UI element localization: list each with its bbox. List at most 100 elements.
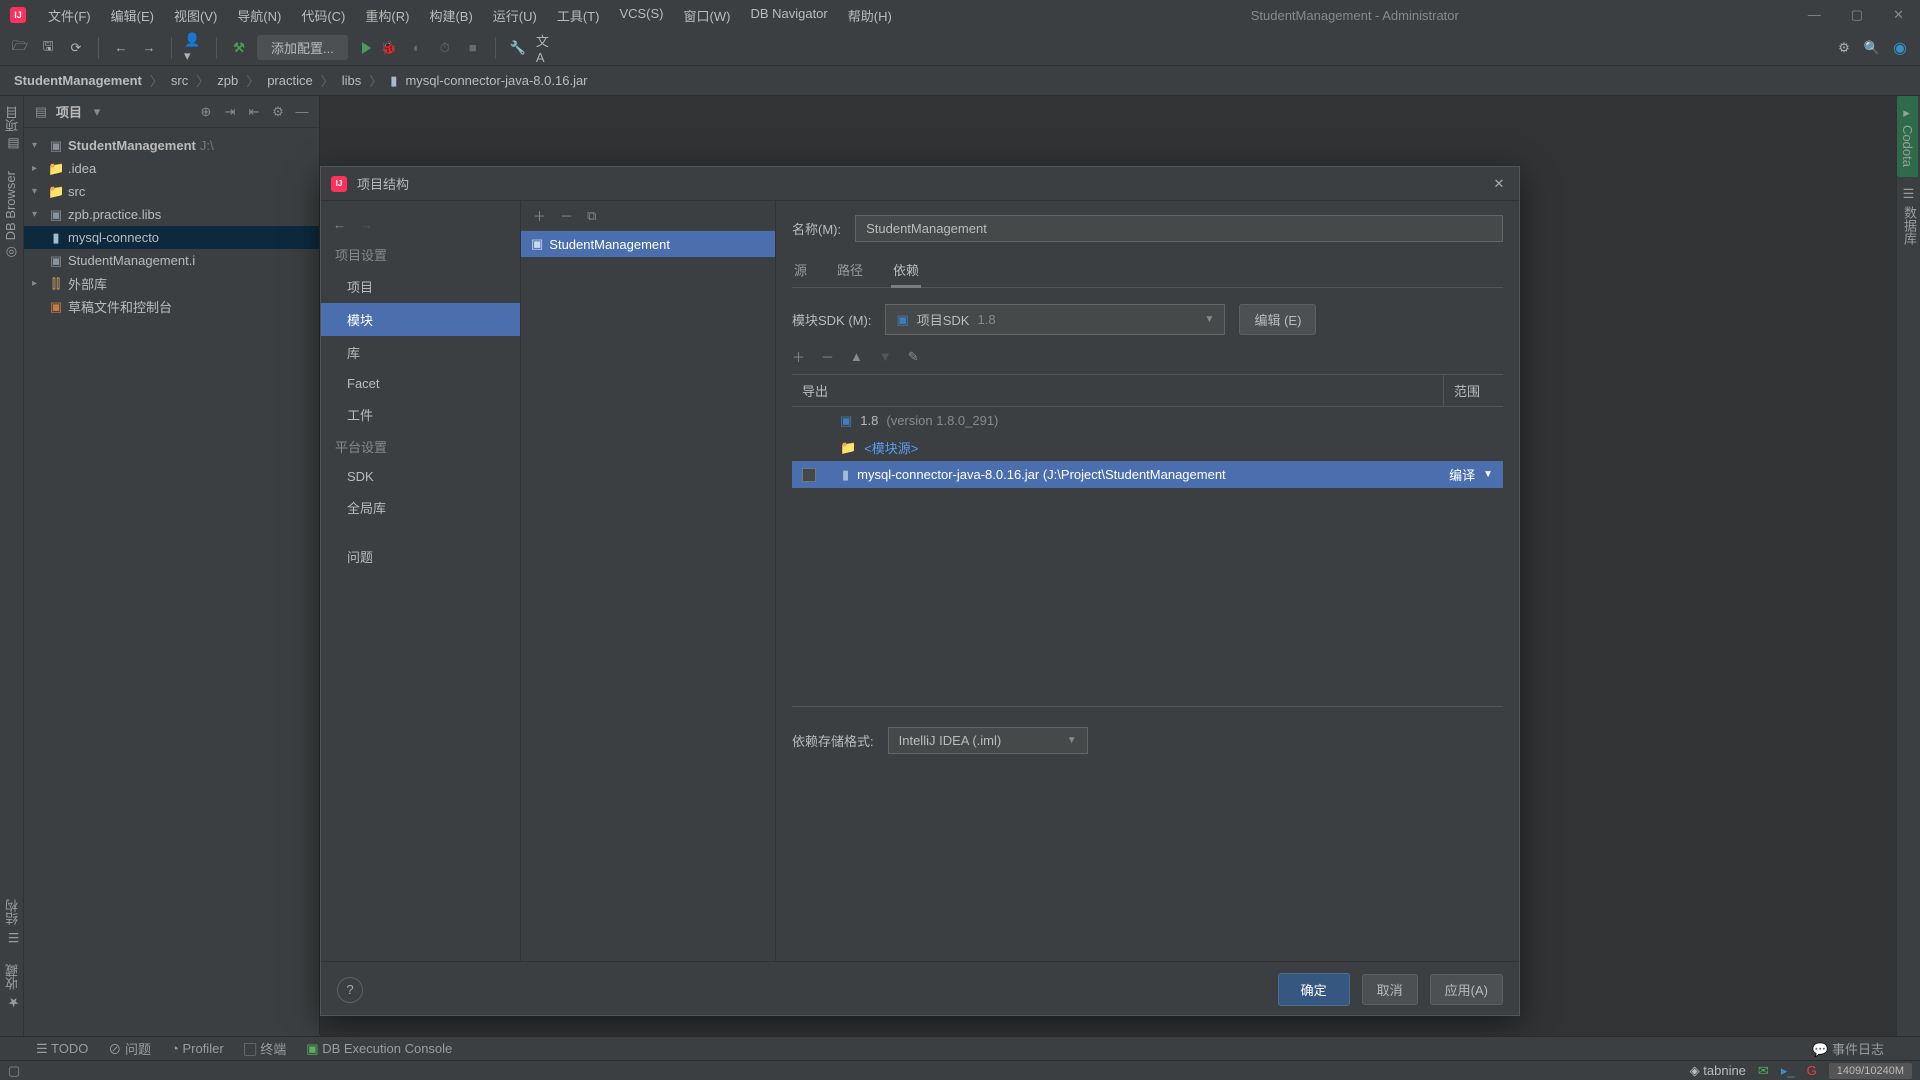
menu-build[interactable]: 构建(B)	[419, 2, 482, 29]
tab-codota[interactable]: ▸Codota	[1897, 96, 1918, 177]
gear-icon[interactable]: ⚙	[269, 104, 287, 120]
ide-settings-icon[interactable]: ⚙	[1834, 38, 1854, 58]
tree-node-jar[interactable]: ▮ mysql-connecto	[24, 226, 319, 249]
tab-paths[interactable]: 路径	[835, 254, 865, 287]
remove-dep-icon[interactable]: －	[821, 347, 834, 366]
search-icon[interactable]: 🔍	[1862, 38, 1882, 58]
nav-global-libs[interactable]: 全局库	[321, 491, 520, 524]
nav-forward-icon[interactable]: →	[360, 217, 373, 232]
tab-structure[interactable]: ☰结构	[0, 889, 25, 954]
coverage-icon[interactable]: ◐	[407, 38, 427, 58]
menu-edit[interactable]: 编辑(E)	[101, 2, 164, 29]
nav-facet[interactable]: Facet	[321, 369, 520, 398]
menu-dbnavigator[interactable]: DB Navigator	[740, 2, 837, 29]
dialog-close-icon[interactable]: ✕	[1489, 176, 1509, 192]
add-module-icon[interactable]: ＋	[533, 206, 546, 225]
breadcrumb-item[interactable]: src	[171, 73, 188, 88]
tree-node-iml[interactable]: ▣ StudentManagement.i	[24, 249, 319, 272]
close-button[interactable]: ✕	[1893, 7, 1904, 23]
sb-dbconsole[interactable]: ▣ DB Execution Console	[306, 1041, 452, 1057]
nav-project[interactable]: 项目	[321, 270, 520, 303]
refresh-icon[interactable]: ⟳	[66, 38, 86, 58]
maximize-button[interactable]: ▢	[1851, 7, 1863, 23]
menu-code[interactable]: 代码(C)	[291, 2, 355, 29]
sb-terminal-icon[interactable]: ▸_	[1781, 1063, 1795, 1079]
dep-row-module-source[interactable]: 📁 <模块源>	[792, 434, 1503, 461]
module-name-input[interactable]: StudentManagement	[855, 215, 1503, 242]
copy-module-icon[interactable]: ⧉	[587, 208, 596, 224]
project-title[interactable]: 项目	[56, 102, 82, 121]
sb-todo[interactable]: ☰ TODO	[36, 1041, 88, 1057]
nav-problems[interactable]: 问题	[321, 540, 520, 573]
breadcrumb-item[interactable]: practice	[267, 73, 313, 88]
expand-icon[interactable]: ⇥	[221, 104, 239, 120]
user-icon[interactable]: 👤▾	[184, 38, 204, 58]
tree-node-package[interactable]: ▾▣ zpb.practice.libs	[24, 203, 319, 226]
export-checkbox[interactable]	[802, 468, 816, 482]
tab-project[interactable]: ▤项目	[0, 96, 25, 161]
target-icon[interactable]: ⊕	[197, 104, 215, 120]
dropdown-icon[interactable]: ▾	[88, 104, 106, 120]
sb-tabnine[interactable]: ◈ tabnine	[1690, 1063, 1746, 1079]
tree-node-idea[interactable]: ▸📁 .idea	[24, 157, 319, 180]
menu-window[interactable]: 窗口(W)	[674, 2, 741, 29]
breadcrumb-item[interactable]: StudentManagement	[14, 73, 142, 88]
settings-icon[interactable]: 🔧	[508, 38, 528, 58]
dep-row-jdk[interactable]: ▣ 1.8 (version 1.8.0_291)	[792, 407, 1503, 434]
translate-icon[interactable]: 文A	[536, 38, 556, 58]
stop-icon[interactable]: ■	[463, 38, 483, 58]
menu-refactor[interactable]: 重构(R)	[355, 2, 419, 29]
nav-sdk[interactable]: SDK	[321, 462, 520, 491]
storage-format-dropdown[interactable]: IntelliJ IDEA (.iml) ▼	[888, 727, 1088, 754]
add-dep-icon[interactable]: ＋	[792, 347, 805, 366]
breadcrumb-item[interactable]: zpb	[217, 73, 238, 88]
nav-artifacts[interactable]: 工件	[321, 398, 520, 431]
scope-dropdown-icon[interactable]: ▼	[1483, 469, 1493, 480]
ok-button[interactable]: 确定	[1278, 973, 1350, 1006]
move-down-icon[interactable]: ▼	[879, 349, 892, 364]
tree-node-external-libs[interactable]: ▸⫿⫿ 外部库	[24, 272, 319, 295]
sb-profiler[interactable]: ◔ Profiler	[171, 1041, 224, 1056]
menu-tools[interactable]: 工具(T)	[547, 2, 610, 29]
open-icon[interactable]: 🗁	[10, 38, 30, 58]
minimize-button[interactable]: —	[1808, 7, 1821, 23]
help-button[interactable]: ?	[337, 977, 363, 1003]
module-sdk-dropdown[interactable]: ▣ 项目SDK 1.8 ▼	[885, 304, 1225, 335]
breadcrumb-item[interactable]: mysql-connector-java-8.0.16.jar	[405, 73, 587, 88]
run-icon[interactable]	[362, 42, 371, 54]
memory-indicator[interactable]: 1409/10240M	[1829, 1063, 1912, 1079]
sb-terminal[interactable]: ▢ 终端	[244, 1039, 287, 1058]
tree-root[interactable]: ▾▣ StudentManagement J:\	[24, 134, 319, 157]
menu-navigate[interactable]: 导航(N)	[227, 2, 291, 29]
menu-run[interactable]: 运行(U)	[483, 2, 547, 29]
save-icon[interactable]: 🖫	[38, 38, 58, 58]
tree-node-scratch[interactable]: ▣ 草稿文件和控制台	[24, 295, 319, 318]
tab-favorites[interactable]: ★收藏	[0, 954, 25, 1019]
sb-toggle-icon[interactable]: ▢	[8, 1063, 20, 1079]
nav-modules[interactable]: 模块	[321, 303, 520, 336]
profile-icon[interactable]: ⏱	[435, 38, 455, 58]
tab-db-browser[interactable]: ◎DB Browser	[0, 161, 21, 269]
remove-module-icon[interactable]: －	[560, 206, 573, 225]
edit-dep-icon[interactable]: ✎	[908, 349, 919, 365]
nav-libraries[interactable]: 库	[321, 336, 520, 369]
run-config-dropdown[interactable]: 添加配置...	[257, 35, 348, 60]
edit-sdk-button[interactable]: 编辑 (E)	[1239, 304, 1316, 335]
back-icon[interactable]: ←	[111, 38, 131, 58]
sb-wechat-icon[interactable]: ✉	[1758, 1063, 1769, 1079]
menu-view[interactable]: 视图(V)	[164, 2, 227, 29]
sb-google-icon[interactable]: G	[1807, 1063, 1817, 1078]
sb-eventlog[interactable]: 💬 事件日志	[1812, 1039, 1884, 1058]
codewithme-icon[interactable]: ◉	[1890, 38, 1910, 58]
tree-node-src[interactable]: ▾📁 src	[24, 180, 319, 203]
collapse-icon[interactable]: ⇤	[245, 104, 263, 120]
debug-icon[interactable]: 🐞	[379, 38, 399, 58]
forward-icon[interactable]: →	[139, 38, 159, 58]
move-up-icon[interactable]: ▲	[850, 349, 863, 364]
build-icon[interactable]: ⚒	[229, 38, 249, 58]
sb-problems[interactable]: ⊘ 问题	[108, 1039, 151, 1058]
apply-button[interactable]: 应用(A)	[1430, 974, 1503, 1005]
dep-row-jar[interactable]: ▮ mysql-connector-java-8.0.16.jar (J:\Pr…	[792, 461, 1503, 488]
menu-help[interactable]: 帮助(H)	[838, 2, 902, 29]
hide-icon[interactable]: —	[293, 104, 311, 119]
